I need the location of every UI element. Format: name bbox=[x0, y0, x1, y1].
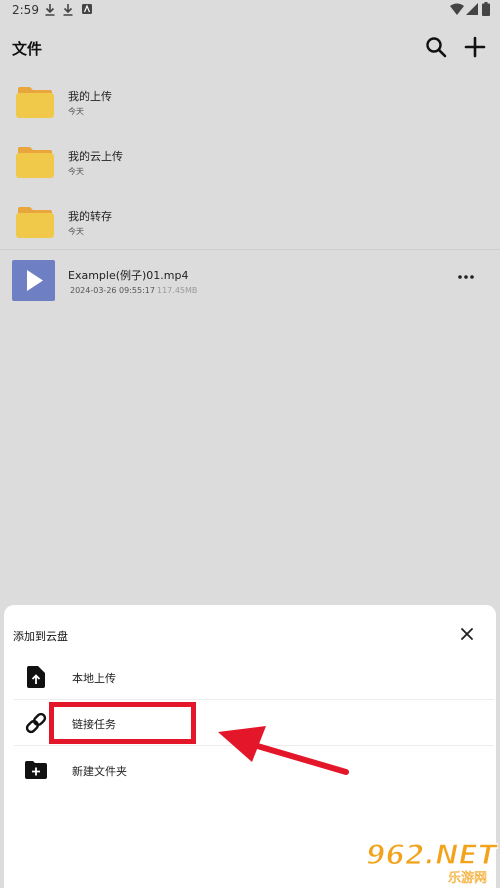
signal-icon bbox=[466, 3, 478, 15]
add-button[interactable] bbox=[462, 34, 488, 60]
app-header: 文件 bbox=[0, 22, 500, 72]
download-icon bbox=[63, 4, 73, 16]
app-notification-icon bbox=[82, 4, 92, 14]
folder-name: 我的云上传 bbox=[68, 150, 123, 163]
play-icon bbox=[27, 270, 43, 291]
watermark-text: 962.NET bbox=[366, 838, 498, 871]
folder-date: 今天 bbox=[68, 107, 84, 116]
folder-icon bbox=[16, 147, 54, 178]
folder-date: 今天 bbox=[68, 227, 84, 236]
search-button[interactable] bbox=[423, 34, 449, 60]
highlight-box bbox=[49, 702, 196, 744]
folder-row[interactable]: 我的上传 今天 bbox=[0, 72, 500, 132]
link-icon bbox=[24, 711, 48, 735]
option-local-upload[interactable]: 本地上传 bbox=[4, 654, 496, 700]
battery-icon bbox=[482, 2, 490, 16]
more-dots-icon bbox=[458, 275, 474, 279]
folder-add-icon bbox=[24, 758, 48, 782]
option-label: 本地上传 bbox=[72, 672, 116, 685]
sheet-title: 添加到云盘 bbox=[13, 630, 68, 643]
folder-row[interactable]: 我的转存 今天 bbox=[0, 192, 500, 252]
download-icon bbox=[45, 4, 55, 16]
search-icon bbox=[426, 37, 447, 58]
wifi-icon bbox=[450, 3, 464, 15]
folder-row[interactable]: 我的云上传 今天 bbox=[0, 132, 500, 192]
folder-date: 今天 bbox=[68, 167, 84, 176]
plus-icon bbox=[464, 36, 486, 58]
watermark-logo: 962.NET 乐游网 bbox=[365, 837, 498, 886]
watermark-subtext: 乐游网 bbox=[448, 871, 487, 886]
file-row[interactable]: Example(例子)01.mp4 2024-03-26 09:55:17 11… bbox=[0, 250, 500, 310]
file-name: Example(例子)01.mp4 bbox=[68, 269, 189, 282]
file-upload-icon bbox=[24, 665, 48, 689]
file-date: 2024-03-26 09:55:17 bbox=[70, 286, 155, 295]
video-thumbnail bbox=[12, 260, 55, 301]
file-size: 117.45MB bbox=[157, 286, 198, 295]
close-icon bbox=[461, 628, 473, 640]
folder-name: 我的上传 bbox=[68, 90, 112, 103]
annotation-arrow bbox=[218, 726, 349, 775]
status-bar: 2:59 bbox=[0, 0, 500, 22]
page-title: 文件 bbox=[12, 40, 43, 58]
option-label: 新建文件夹 bbox=[72, 765, 127, 778]
folder-name: 我的转存 bbox=[68, 210, 112, 223]
folder-icon bbox=[16, 87, 54, 118]
close-button[interactable] bbox=[456, 623, 478, 645]
folder-icon bbox=[16, 207, 54, 238]
more-options-button[interactable] bbox=[452, 267, 480, 287]
status-time: 2:59 bbox=[12, 3, 39, 17]
